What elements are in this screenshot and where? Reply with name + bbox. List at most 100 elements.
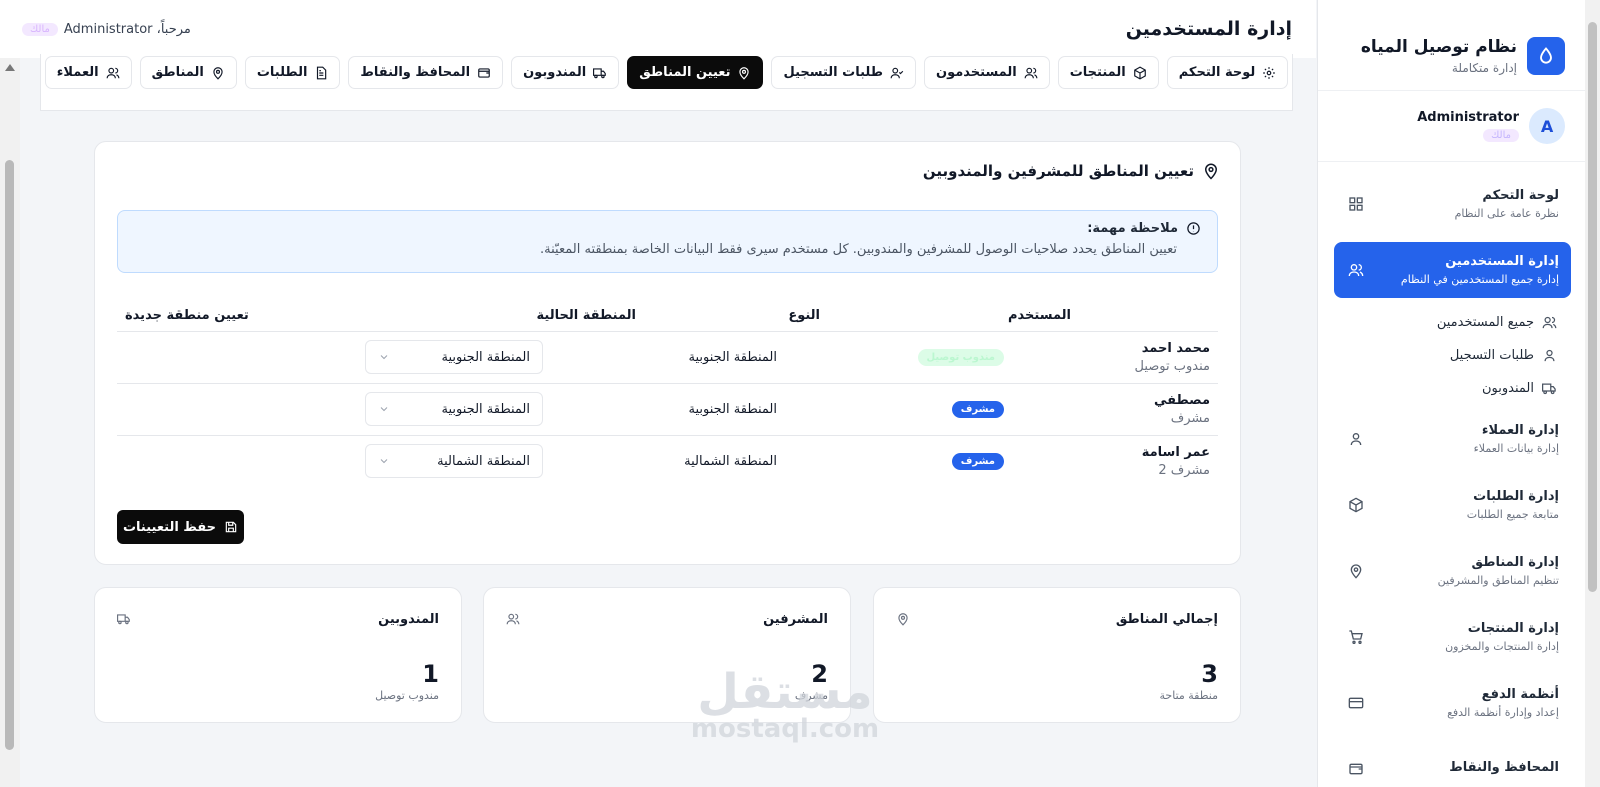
area-select[interactable]: المنطقة الجنوبية: [365, 340, 543, 374]
sidebar-scrollbar[interactable]: [1585, 0, 1600, 787]
sidebar-item-areas[interactable]: إدارة المناطق تنظيم المناطق والمشرفين: [1334, 543, 1571, 599]
nav-subtitle: إدارة جميع المستخدمين في النظام: [1400, 273, 1559, 286]
file-icon: [314, 66, 328, 80]
save-label: حفظ التعيينات: [122, 519, 217, 535]
nav-title: إدارة المناطق: [1471, 555, 1559, 570]
watermark-arabic: مستقل: [697, 664, 873, 720]
watermark-url: mostaql.com: [690, 714, 880, 744]
tab-assign-areas[interactable]: تعيين المناطق: [627, 56, 764, 89]
nav-title: لوحة التحكم: [1482, 188, 1559, 203]
assign-card-header: تعيين المناطق للمشرفين والمندوبين: [923, 162, 1220, 180]
subnav-registration-requests[interactable]: طلبات التسجيل: [1334, 339, 1557, 372]
area-select[interactable]: المنطقة الشمالية: [365, 444, 543, 478]
table-header: المستخدم النوع المنطقة الحالية تعيين منط…: [117, 302, 1218, 332]
app-subtitle: إدارة متكاملة: [1451, 61, 1517, 75]
tab-products[interactable]: المنتجات: [1057, 56, 1159, 89]
chevron-down-icon: [378, 403, 390, 415]
main-scrollbar[interactable]: [0, 58, 20, 787]
tab-label: المحافظ والنقاط: [360, 65, 471, 80]
cart-icon: [1348, 629, 1364, 645]
sidebar-item-users[interactable]: إدارة المستخدمين إدارة جميع المستخدمين في…: [1334, 242, 1571, 298]
brand: نظام توصيل المياه إدارة متكاملة: [1318, 0, 1585, 90]
user-role: مندوب توصيل: [1134, 359, 1211, 374]
stat-title: المشرفين: [763, 612, 828, 627]
user-role: مشرف 2: [1158, 463, 1210, 478]
tab-wallets[interactable]: المحافظ والنقاط: [348, 56, 504, 89]
sidebar-item-orders[interactable]: إدارة الطلبات متابعة جميع الطلبات: [1334, 477, 1571, 533]
sidebar-item-wallets[interactable]: المحافظ والنقاط: [1334, 741, 1571, 787]
tab-dashboard[interactable]: لوحة التحكم: [1166, 56, 1289, 89]
nav-title: إدارة المنتجات: [1467, 621, 1559, 636]
tab-label: تعيين المناطق: [639, 65, 731, 80]
nav-title: إدارة العملاء: [1481, 423, 1559, 438]
tab-areas[interactable]: المناطق: [139, 56, 237, 89]
stat-card-delegates: المندوبين 1 مندوب توصيل: [94, 587, 462, 723]
nav-title: أنظمة الدفع: [1481, 687, 1559, 702]
user-profile: A Administrator مالك: [1318, 90, 1585, 162]
table-row: عمر اسامة مشرف 2 مشرف المنطقة الشمالية ا…: [117, 436, 1218, 488]
users-icon: [1542, 315, 1557, 330]
area-select[interactable]: المنطقة الجنوبية: [365, 392, 543, 426]
stat-value: 1: [422, 660, 439, 688]
tab-delegates[interactable]: المندوبون: [511, 56, 620, 89]
tab-registration-requests[interactable]: طلبات التسجيل: [771, 56, 916, 89]
truck-icon: [593, 66, 607, 80]
nav-subtitle: إدارة المنتجات والمخزون: [1445, 640, 1559, 653]
nav-subtitle: نظرة عامة على النظام: [1454, 207, 1559, 220]
user-check-icon: [890, 66, 904, 80]
stat-title: إجمالي المناطق: [1115, 612, 1218, 627]
subnav-label: جميع المستخدمين: [1436, 315, 1534, 330]
nav-subtitle: إعداد وإدارة أنظمة الدفع: [1447, 706, 1559, 719]
tab-label: لوحة التحكم: [1178, 65, 1256, 80]
tab-label: طلبات التسجيل: [783, 65, 883, 80]
nav-subtitle: تنظيم المناطق والمشرفين: [1437, 574, 1559, 587]
sidebar-nav: لوحة التحكم نظرة عامة على النظام إدارة ال…: [1318, 162, 1585, 787]
map-pin-icon: [737, 66, 751, 80]
save-icon: [224, 520, 238, 534]
sidebar-item-products[interactable]: إدارة المنتجات إدارة المنتجات والمخزون: [1334, 609, 1571, 665]
type-badge: مشرف: [951, 453, 1004, 470]
sidebar-item-dashboard[interactable]: لوحة التحكم نظرة عامة على النظام: [1334, 176, 1571, 232]
truck-icon: [1542, 381, 1557, 396]
tab-label: المندوبون: [523, 65, 587, 80]
col-current-area: المنطقة الحالية: [536, 308, 636, 323]
avatar: A: [1529, 108, 1565, 144]
sidebar-item-customers[interactable]: إدارة العملاء إدارة بيانات العملاء: [1334, 411, 1571, 467]
tab-label: المنتجات: [1069, 65, 1126, 80]
users-icon: [106, 66, 120, 80]
user-role-badge: مالك: [1483, 129, 1519, 142]
truck-icon: [117, 612, 131, 626]
important-note: ملاحظة مهمة: تعيين المناطق يحدد صلاحيات …: [117, 210, 1218, 273]
wallet-icon: [477, 66, 491, 80]
tab-label: العملاء: [56, 65, 99, 80]
droplet-logo-icon: [1527, 37, 1565, 75]
nav-title: إدارة المستخدمين: [1445, 254, 1559, 269]
grid-icon: [1348, 196, 1364, 212]
stat-card-areas: إجمالي المناطق 3 منطقة متاحة: [873, 587, 1241, 723]
user-name: عمر اسامة: [1141, 445, 1210, 460]
current-area: المنطقة الشمالية: [684, 454, 777, 469]
watermark: مستقل mostaql.com: [690, 668, 880, 742]
tab-customers[interactable]: العملاء: [44, 56, 132, 89]
table-row: مصطفي مشرف مشرف المنطقة الجنوبية المنطقة…: [117, 384, 1218, 436]
stat-sub: منطقة متاحة: [1159, 689, 1218, 702]
user-name: مصطفي: [1153, 393, 1210, 408]
type-badge: مندوب توصيل: [917, 349, 1004, 366]
map-pin-icon: [1348, 563, 1364, 579]
subnav-all-users[interactable]: جميع المستخدمين: [1334, 306, 1557, 339]
subnav-label: طلبات التسجيل: [1449, 348, 1534, 363]
tab-label: المستخدمون: [935, 65, 1017, 80]
box-icon: [1348, 497, 1364, 513]
tab-label: المناطق: [151, 65, 204, 80]
sidebar-item-payments[interactable]: أنظمة الدفع إعداد وإدارة أنظمة الدفع: [1334, 675, 1571, 731]
subnav-delegates[interactable]: المندوبون: [1334, 372, 1557, 405]
tab-users[interactable]: المستخدمون: [923, 56, 1050, 89]
save-assignments-button[interactable]: حفظ التعيينات: [117, 510, 244, 544]
scroll-up-arrow[interactable]: [5, 64, 15, 71]
col-new-area: تعيين منطقة جديدة: [125, 308, 249, 323]
scrollbar-thumb[interactable]: [1588, 22, 1597, 592]
header-role-badge: مالك: [22, 22, 58, 36]
tab-orders[interactable]: الطلبات: [244, 56, 341, 89]
scrollbar-thumb[interactable]: [5, 160, 14, 750]
box-icon: [1133, 65, 1147, 80]
